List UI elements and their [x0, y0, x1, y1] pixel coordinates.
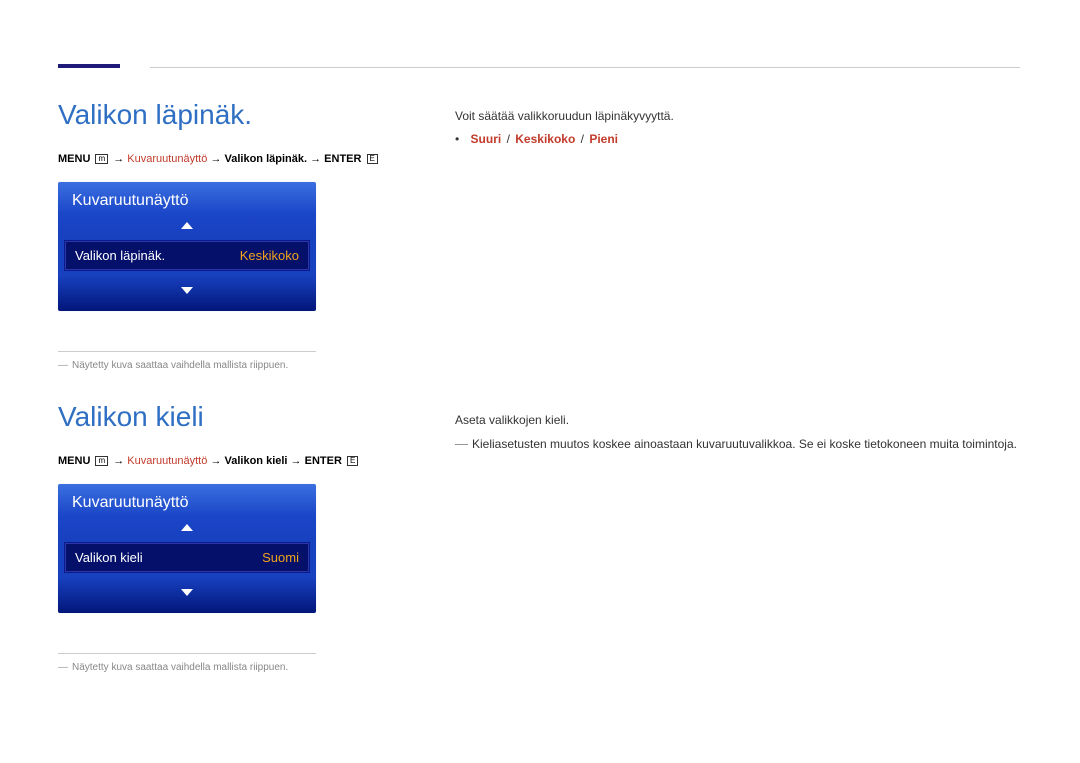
- option-c: Pieni: [589, 132, 618, 146]
- enter-icon: E: [347, 456, 358, 466]
- section2-right: Aseta valikkojen kieli. ― Kieliasetusten …: [455, 410, 1020, 451]
- breadcrumb-menu-label: MENU: [58, 153, 90, 165]
- footnote-text: Näytetty kuva saattaa vaihdella mallista…: [72, 662, 288, 673]
- footnote-divider: [58, 351, 316, 352]
- section1-footnote: ― Näytetty kuva saattaa vaihdella mallist…: [58, 360, 408, 371]
- section2-breadcrumb: MENU m → Kuvaruutunäyttö → Valikon kieli…: [58, 453, 408, 471]
- section2-footnote: ― Näytetty kuva saattaa vaihdella mallist…: [58, 662, 408, 673]
- section1-right: Voit säätää valikkoruudun läpinäkyvyyttä…: [455, 106, 1020, 146]
- osd-item-value: Suomi: [262, 550, 299, 565]
- osd-item-label: Valikon läpinäk.: [75, 248, 165, 263]
- osd-menu-header: Kuvaruutunäyttö: [58, 484, 316, 516]
- bullet-icon: •: [455, 132, 459, 146]
- breadcrumb-enter-label: ENTER: [305, 455, 342, 467]
- arrow-text: →: [113, 153, 127, 165]
- osd-menu-body: Valikon läpinäk. Keskikoko: [58, 236, 316, 275]
- arrow-text: →: [113, 455, 127, 467]
- osd-selected-item[interactable]: Valikon läpinäk. Keskikoko: [64, 240, 310, 271]
- osd-arrow-up[interactable]: [58, 214, 316, 236]
- breadcrumb-menu-label: MENU: [58, 455, 90, 467]
- accent-bar: [58, 64, 120, 68]
- footnote-divider: [58, 653, 316, 654]
- separator: /: [507, 132, 510, 146]
- section2-note: ― Kieliasetusten muutos koskee ainoastaan…: [455, 436, 1020, 451]
- osd-menu-widget-1: Kuvaruutunäyttö Valikon läpinäk. Keskiko…: [58, 182, 316, 311]
- chevron-down-icon: [181, 589, 193, 596]
- dash-icon: ―: [58, 360, 68, 371]
- option-b: Keskikoko: [515, 132, 575, 146]
- arrow-text: →: [210, 153, 224, 165]
- breadcrumb-enter-label: ENTER: [324, 153, 361, 165]
- top-divider: [150, 67, 1020, 68]
- osd-menu-widget-2: Kuvaruutunäyttö Valikon kieli Suomi: [58, 484, 316, 613]
- section1-breadcrumb: MENU m → Kuvaruutunäyttö → Valikon läpin…: [58, 151, 408, 169]
- osd-arrow-down[interactable]: [58, 275, 316, 311]
- note-text: Kieliasetusten muutos koskee ainoastaan …: [472, 437, 1017, 451]
- section1-body: Voit säätää valikkoruudun läpinäkyvyyttä…: [455, 106, 1020, 126]
- osd-selected-item[interactable]: Valikon kieli Suomi: [64, 542, 310, 573]
- osd-menu-header: Kuvaruutunäyttö: [58, 182, 316, 214]
- breadcrumb-path1: Kuvaruutunäyttö: [127, 153, 207, 165]
- page-root: Valikon läpinäk. MENU m → Kuvaruutunäytt…: [0, 0, 1080, 763]
- footnote-text: Näytetty kuva saattaa vaihdella mallista…: [72, 360, 288, 371]
- osd-arrow-down[interactable]: [58, 577, 316, 613]
- arrow-text: →: [291, 455, 305, 467]
- osd-arrow-up[interactable]: [58, 516, 316, 538]
- chevron-up-icon: [181, 524, 193, 531]
- breadcrumb-path2: Valikon kieli: [225, 455, 288, 467]
- section1-options: • Suuri / Keskikoko / Pieni: [455, 132, 1020, 146]
- dash-icon: ―: [455, 436, 468, 451]
- enter-icon: E: [367, 154, 378, 164]
- menu-icon: m: [95, 456, 108, 466]
- arrow-text: →: [310, 153, 324, 165]
- chevron-up-icon: [181, 222, 193, 229]
- section2-title: Valikon kieli: [58, 402, 408, 433]
- section2-left: Valikon kieli MENU m → Kuvaruutunäyttö →…: [58, 402, 408, 673]
- osd-item-label: Valikon kieli: [75, 550, 143, 565]
- breadcrumb-path2: Valikon läpinäk.: [225, 153, 308, 165]
- menu-icon: m: [95, 154, 108, 164]
- osd-menu-body: Valikon kieli Suomi: [58, 538, 316, 577]
- section2-body: Aseta valikkojen kieli.: [455, 410, 1020, 430]
- arrow-text: →: [210, 455, 224, 467]
- section1-left: Valikon läpinäk. MENU m → Kuvaruutunäytt…: [58, 100, 408, 371]
- breadcrumb-path1: Kuvaruutunäyttö: [127, 455, 207, 467]
- separator: /: [581, 132, 584, 146]
- option-a: Suuri: [471, 132, 502, 146]
- section1-title: Valikon läpinäk.: [58, 100, 408, 131]
- dash-icon: ―: [58, 662, 68, 673]
- chevron-down-icon: [181, 287, 193, 294]
- osd-item-value: Keskikoko: [240, 248, 299, 263]
